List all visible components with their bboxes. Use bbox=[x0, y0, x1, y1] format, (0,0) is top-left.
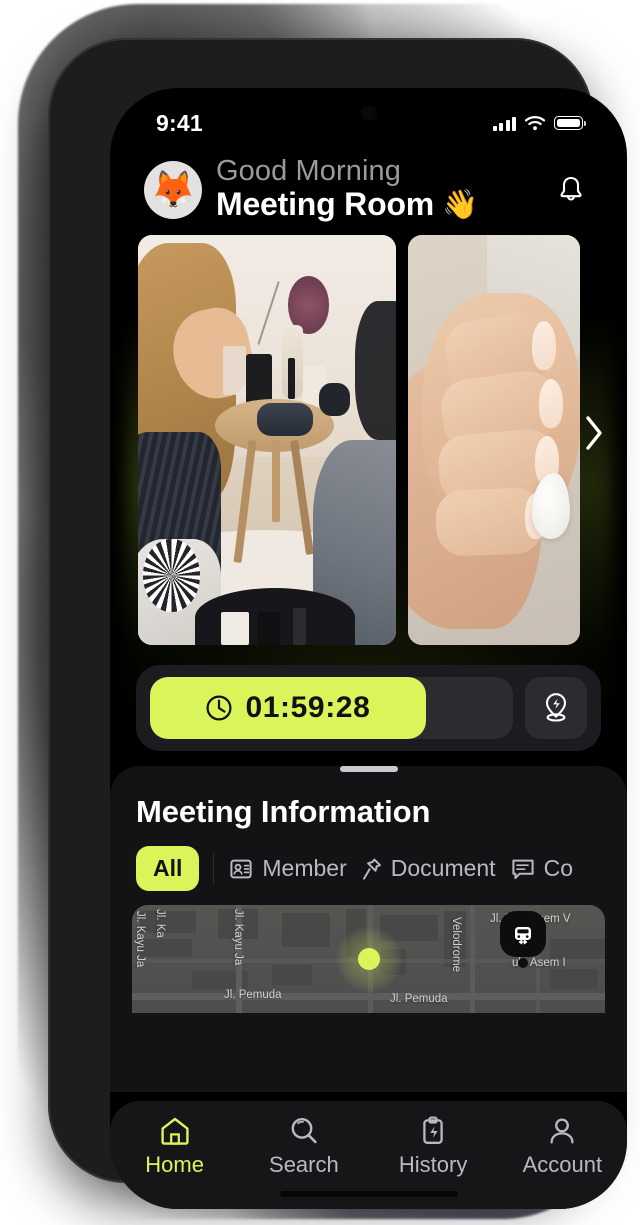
information-tabs: All Member Document Co bbox=[110, 830, 627, 892]
avatar[interactable]: 🦊 bbox=[144, 160, 202, 219]
page-title: Meeting Room bbox=[216, 186, 435, 223]
wifi-icon bbox=[524, 116, 546, 131]
person-icon bbox=[550, 1118, 574, 1144]
camera-notch bbox=[360, 106, 377, 120]
tab-divider bbox=[213, 853, 215, 884]
phone-screen: 9:41 🦊 Good Morning Meeting Room 👋 01:59… bbox=[110, 88, 627, 1209]
map-street-label: Velodrome bbox=[450, 917, 462, 973]
carousel-track bbox=[110, 235, 627, 647]
sheet-title: Meeting Information bbox=[136, 794, 431, 830]
battery-icon bbox=[554, 116, 586, 130]
nav-label-history: History bbox=[398, 1152, 468, 1177]
timer-progress-fill: 01:59:28 bbox=[150, 677, 426, 740]
greeting-text: Good Morning bbox=[216, 155, 401, 187]
bottom-navigation: Home Search History Account bbox=[110, 1101, 627, 1209]
hands-cream-photo bbox=[408, 235, 580, 646]
tab-comment-label: Co bbox=[543, 855, 573, 882]
tab-document-label: Document bbox=[390, 855, 496, 882]
nav-item-home[interactable]: Home bbox=[120, 1115, 230, 1178]
app-header: 🦊 Good Morning Meeting Room 👋 bbox=[110, 150, 627, 233]
clock-icon bbox=[206, 695, 232, 721]
tab-all-label: All bbox=[153, 855, 183, 882]
timer-value: 01:59:28 bbox=[245, 691, 371, 725]
home-icon bbox=[161, 1117, 189, 1145]
vehicle-map-pin[interactable] bbox=[500, 911, 546, 958]
tab-member-label: Member bbox=[262, 855, 347, 882]
car-pin-icon bbox=[515, 927, 531, 945]
bell-icon bbox=[560, 176, 582, 201]
nav-item-search[interactable]: Search bbox=[249, 1115, 359, 1178]
tab-all[interactable]: All bbox=[136, 846, 200, 892]
map-street-label: Jl. Pemuda bbox=[390, 993, 448, 1006]
carousel-slide-1[interactable] bbox=[138, 235, 396, 646]
nav-label-home: Home bbox=[145, 1152, 204, 1177]
nav-item-history[interactable]: History bbox=[378, 1115, 488, 1178]
screenshot-scene: 9:41 🦊 Good Morning Meeting Room 👋 01:59… bbox=[0, 0, 640, 1225]
comment-icon bbox=[511, 859, 534, 879]
location-map[interactable]: Jl. Kayu Ja Jl. Ka Jl. Kayu Ja Jl. Pemud… bbox=[132, 905, 605, 1014]
page-title-row: Meeting Room 👋 bbox=[216, 186, 537, 223]
waving-hand-icon: 👋 bbox=[442, 188, 479, 221]
map-street-label: Jl. Kayu Ja bbox=[134, 911, 146, 968]
phone-frame: 9:41 🦊 Good Morning Meeting Room 👋 01:59… bbox=[48, 38, 627, 1209]
tab-document[interactable]: Document bbox=[361, 855, 496, 882]
timer-progress-track[interactable]: 01:59:28 bbox=[150, 677, 513, 740]
timer-bar: 01:59:28 bbox=[136, 665, 601, 752]
cellular-signal-icon bbox=[492, 116, 516, 131]
status-bar-time: 9:41 bbox=[156, 109, 203, 136]
greeting-block: Good Morning Meeting Room 👋 bbox=[216, 155, 537, 223]
notification-button[interactable] bbox=[551, 170, 591, 210]
status-bar: 9:41 bbox=[110, 88, 627, 150]
id-card-icon bbox=[230, 859, 252, 879]
pin-icon bbox=[362, 858, 381, 880]
nav-label-account: Account bbox=[522, 1152, 603, 1177]
meeting-information-sheet: Meeting Information All Member Document … bbox=[110, 766, 627, 1093]
carousel-next-button[interactable] bbox=[577, 411, 611, 455]
chevron-right-icon bbox=[586, 416, 602, 450]
search-icon bbox=[291, 1117, 317, 1144]
map-street-label: Jl. Ka bbox=[154, 909, 166, 938]
carousel-slide-2[interactable] bbox=[408, 235, 580, 646]
home-indicator bbox=[279, 1191, 458, 1197]
location-pin-button[interactable] bbox=[525, 677, 587, 740]
map-street-label: Jl. Kayu Ja bbox=[232, 909, 244, 966]
nav-label-search: Search bbox=[269, 1152, 339, 1177]
meeting-room-photo bbox=[138, 235, 396, 646]
current-location-dot[interactable] bbox=[357, 948, 380, 971]
clipboard-bolt-icon bbox=[423, 1116, 443, 1144]
map-street-label: Jl. Pemuda bbox=[224, 989, 282, 1002]
tab-comment[interactable]: Co bbox=[510, 855, 573, 882]
location-pin-bolt-icon bbox=[545, 693, 567, 722]
image-carousel[interactable] bbox=[110, 235, 627, 710]
nav-item-account[interactable]: Account bbox=[507, 1115, 617, 1178]
status-bar-indicators bbox=[492, 115, 586, 131]
tab-member[interactable]: Member bbox=[228, 855, 347, 882]
